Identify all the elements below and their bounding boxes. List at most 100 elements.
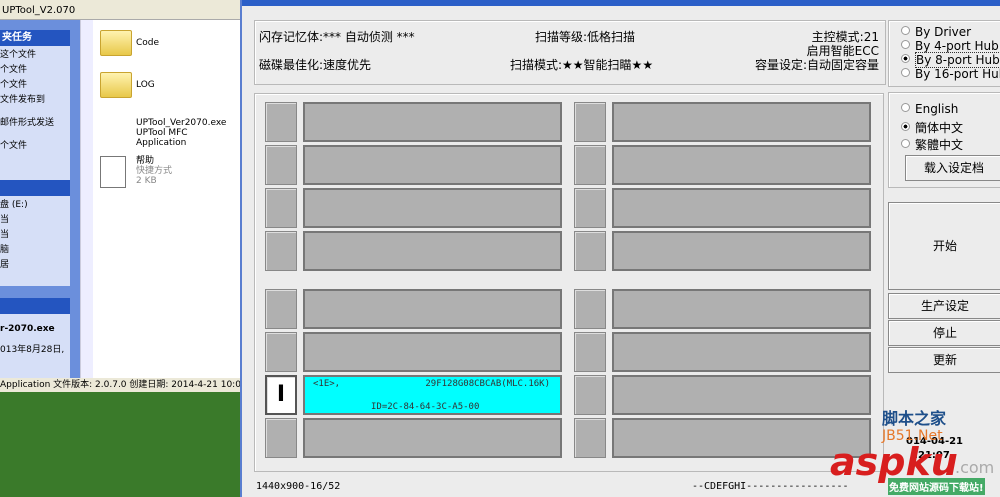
slot-status [612, 102, 871, 142]
slot-indicator [574, 145, 606, 185]
slot-indicator [574, 418, 606, 458]
slot-status [303, 332, 562, 372]
slot-indicator [265, 231, 297, 271]
file-description: UPTool MFC Application [136, 128, 188, 148]
place-link[interactable]: 当 [0, 213, 70, 228]
file-description: 快捷方式 [136, 166, 173, 176]
capacity-setting: 容量设定:自动固定容量 [754, 58, 879, 72]
stop-button[interactable]: 停止 [888, 320, 1000, 346]
tasks-list: 这个文件 个文件 个文件 文件发布到 邮件形式发送 个文件 [0, 46, 70, 188]
places-list: 盘 (E:) 当 当 脑 居 [0, 196, 70, 286]
slot-indicator [265, 418, 297, 458]
file-name[interactable]: UPTool_Ver2070.exe [136, 118, 226, 128]
address-bar[interactable]: UPTool_V2.070 [0, 0, 240, 20]
load-settings-button[interactable]: 载入设定档 [905, 155, 1000, 181]
slot-marker: I [276, 382, 286, 407]
places-header[interactable] [0, 180, 70, 196]
file-name[interactable]: Code [136, 38, 159, 48]
update-button[interactable]: 更新 [888, 347, 1000, 373]
resolution-status: 1440x900-16/52 [256, 481, 341, 492]
task-link[interactable]: 这个文件 [0, 48, 70, 63]
slot-status [612, 188, 871, 228]
slot-indicator [574, 289, 606, 329]
flash-memory: 闪存记忆体:*** 自动侦测 *** [259, 30, 415, 44]
explorer-window: UPTool_V2.070 夹任务 这个文件 个文件 个文件 文件发布到 邮件形… [0, 0, 240, 392]
explorer-status-bar: Application 文件版本: 2.0.7.0 创建日期: 2014-4-2… [0, 378, 240, 392]
radio-label: By 8-port Hub [915, 52, 1000, 68]
file-size: 2 KB [136, 176, 157, 186]
title-bar [242, 0, 1000, 6]
place-link[interactable]: 盘 (E:) [0, 198, 70, 213]
slot-indicator [265, 188, 297, 228]
scan-level: 扫描等级:低格扫描 [535, 30, 636, 44]
radio-label: 簡体中文 [915, 121, 964, 135]
info-panel: 闪存记忆体:*** 自动侦测 *** 扫描等级:低格扫描 主控模式:21 启用智… [254, 20, 886, 85]
slot-status [612, 375, 871, 415]
slot-status [612, 332, 871, 372]
folder-icon [100, 30, 132, 56]
task-link[interactable]: 文件发布到 [0, 93, 70, 108]
slot-indicator [574, 375, 606, 415]
file-name[interactable]: 帮助 [136, 156, 154, 166]
place-link[interactable]: 脑 [0, 243, 70, 258]
uptool-app-icon [97, 112, 133, 146]
task-link[interactable]: 个文件 [0, 78, 70, 93]
slot-status [303, 418, 562, 458]
folder-icon [100, 72, 132, 98]
slot-status-active: <1E>, 29F128G08CBCAB(MLC.16K) ID=2C-84-64-… [303, 375, 562, 415]
radio-simplified-chinese[interactable]: 簡体中文 [901, 119, 963, 136]
slot-indicator [574, 332, 606, 372]
task-link[interactable]: 邮件形式发送 [0, 116, 70, 131]
slot-status [303, 102, 562, 142]
details-date: 013年8月28日, [0, 345, 65, 355]
shortcut-icon [100, 156, 126, 188]
radio-traditional-chinese[interactable]: 繁體中文 [901, 136, 963, 153]
slot-indicator [265, 145, 297, 185]
watermark-aspku-sub: 免费网站源码下载站! [888, 478, 985, 495]
details-filename: r-2070.exe [0, 324, 55, 334]
radio-label: By Driver [915, 25, 972, 39]
slot-port: <1E>, [313, 379, 341, 389]
radio-by-driver[interactable]: By Driver [901, 25, 971, 39]
slot-status [612, 231, 871, 271]
radio-16-port-hub[interactable]: By 16-port Hub [901, 67, 1000, 81]
drive-letters-status: --CDEFGHI----------------- [692, 481, 849, 492]
slot-status [303, 188, 562, 228]
slot-indicator [265, 102, 297, 142]
watermark-jb51-cn: 脚本之家 [882, 409, 947, 428]
language-group: English 簡体中文 繁體中文 载入设定档 [888, 92, 1000, 188]
slot-indicator [265, 289, 297, 329]
radio-4-port-hub[interactable]: By 4-port Hub [901, 39, 999, 53]
radio-label: English [915, 102, 959, 116]
start-button[interactable]: 开始 [888, 202, 1000, 290]
radio-label: By 4-port Hub [915, 39, 999, 53]
radio-english[interactable]: English [901, 102, 958, 116]
slot-indicator [574, 231, 606, 271]
place-link[interactable]: 居 [0, 258, 70, 273]
scan-mode: 扫描模式:★★智能扫瞄★★ [510, 58, 654, 72]
slot-part-number: 29F128G08CBCAB(MLC.16K) [425, 379, 550, 389]
slot-flash-id: ID=2C-84-64-3C-A5-00 [371, 402, 480, 412]
slot-status [303, 289, 562, 329]
place-link[interactable]: 当 [0, 228, 70, 243]
details-header[interactable] [0, 298, 70, 314]
task-pane: 夹任务 这个文件 个文件 个文件 文件发布到 邮件形式发送 个文件 盘 (E:)… [0, 20, 80, 386]
slot-indicator-active: I [265, 375, 297, 415]
radio-label: 繁體中文 [915, 138, 964, 152]
slot-status [303, 145, 562, 185]
slot-status [303, 231, 562, 271]
watermark-aspku-com: .com [955, 458, 995, 477]
radio-label: By 16-port Hub [915, 67, 1000, 81]
file-name[interactable]: LOG [136, 80, 155, 90]
task-link[interactable]: 个文件 [0, 139, 70, 154]
slot-status [612, 145, 871, 185]
radio-8-port-hub[interactable]: By 8-port Hub [901, 52, 1000, 68]
details-pane: r-2070.exe 013年8月28日, [0, 314, 70, 386]
hub-mode-group: By Driver By 4-port Hub By 8-port Hub By… [888, 20, 1000, 87]
slot-indicator [574, 102, 606, 142]
task-link[interactable]: 个文件 [0, 63, 70, 78]
tasks-header[interactable]: 夹任务 [0, 30, 70, 46]
disk-optimize: 磁碟最佳化:速度优先 [259, 58, 372, 72]
production-settings-button[interactable]: 生产设定 [888, 293, 1000, 319]
scrollbar[interactable] [80, 20, 93, 378]
